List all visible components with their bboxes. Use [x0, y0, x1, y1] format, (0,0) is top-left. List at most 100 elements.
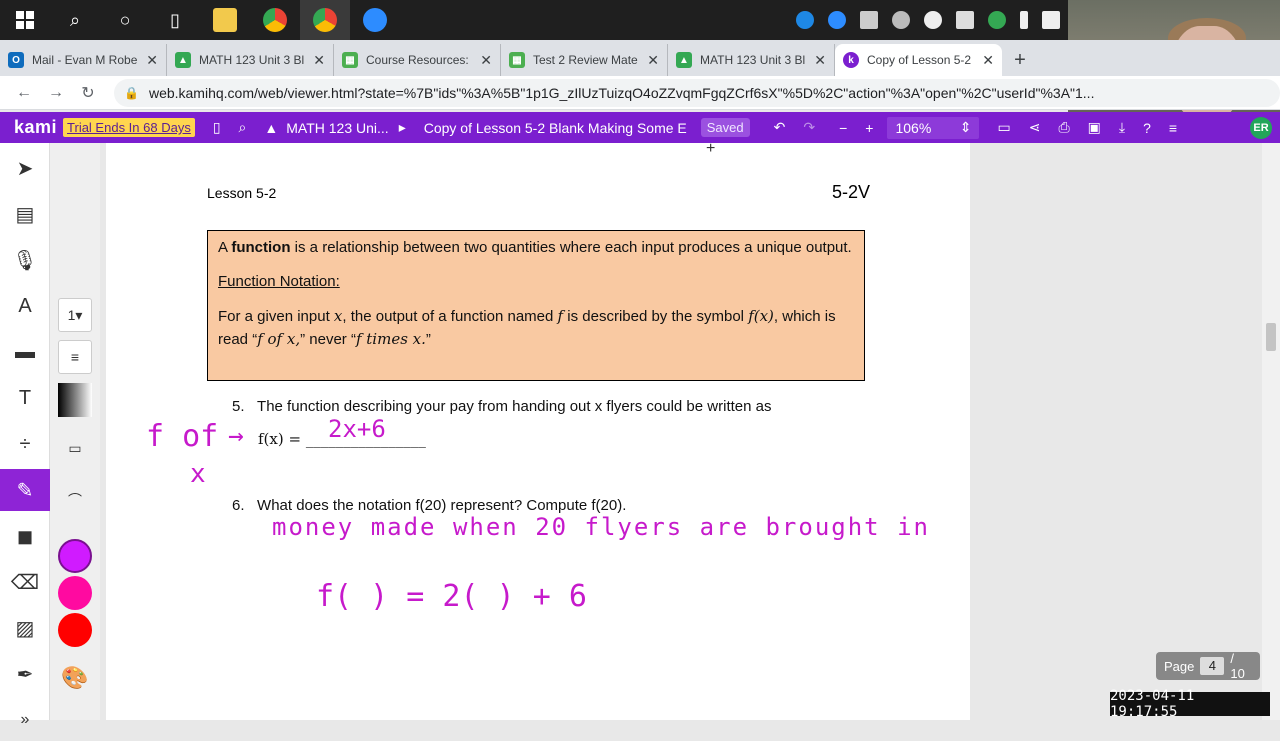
- eraser-tool-icon[interactable]: ⌫: [0, 561, 50, 603]
- task-view-icon[interactable]: ▯: [150, 0, 200, 40]
- search-icon[interactable]: ⌕: [50, 0, 100, 40]
- handwritten-answer-6: money made when 20 flyers are brought in: [272, 513, 930, 541]
- protractor-icon[interactable]: ⌒: [58, 483, 92, 517]
- save-icon[interactable]: ▣: [1088, 119, 1101, 136]
- scrollbar-thumb[interactable]: [1266, 323, 1276, 351]
- recording-timestamp: 2023-04-11 19:17:55: [1110, 688, 1270, 720]
- address-bar: ← → ↻ 🔒 web.kamihq.com/web/viewer.html?st…: [0, 76, 1280, 110]
- tab-test-2-review[interactable]: ▦ Test 2 Review Mate ✕: [501, 44, 668, 76]
- share-icon[interactable]: ⋖: [1029, 119, 1041, 136]
- print-icon[interactable]: ⎙: [1058, 119, 1069, 136]
- page-total: / 10: [1230, 651, 1245, 681]
- color-swatch-pink[interactable]: [58, 576, 92, 610]
- redo-icon[interactable]: ↷: [803, 119, 815, 136]
- chevron-right-icon: ▸: [398, 119, 406, 135]
- globe-icon[interactable]: [924, 11, 942, 29]
- printer-icon[interactable]: [860, 11, 878, 29]
- download-icon[interactable]: ⤓: [1119, 119, 1125, 136]
- tab-copy-of-lesson[interactable]: k Copy of Lesson 5-2 ✕: [835, 44, 1002, 76]
- trial-banner[interactable]: Trial Ends In 68 Days: [63, 118, 195, 137]
- question-5: 5. The function describing your pay from…: [232, 398, 772, 415]
- open-folder-icon[interactable]: ▭: [997, 119, 1010, 136]
- handwritten-f-of: f of: [146, 419, 219, 454]
- tab-mail[interactable]: O Mail - Evan M Robe ✕: [0, 44, 167, 76]
- outlook-icon: O: [8, 52, 24, 68]
- definition-box: A function is a relationship between two…: [207, 230, 865, 381]
- menu-icon[interactable]: ≡: [1169, 120, 1177, 136]
- browser-tab-strip: O Mail - Evan M Robe ✕ ▲ MATH 123 Unit 3 Bl…: [0, 40, 1280, 76]
- tab-course-resources[interactable]: ▦ Course Resources: ✕: [334, 44, 501, 76]
- close-tab-icon[interactable]: ✕: [814, 52, 826, 69]
- expand-tools-icon[interactable]: »: [0, 699, 50, 741]
- usb-icon[interactable]: [1020, 11, 1028, 29]
- ruler-icon[interactable]: ▭: [58, 431, 92, 465]
- lesson-label: Lesson 5-2: [207, 185, 277, 201]
- undo-icon[interactable]: ↶: [774, 119, 786, 136]
- refresh-icon[interactable]: [988, 11, 1006, 29]
- document-page[interactable]: Lesson 5-2 5-2V A function is a relation…: [106, 143, 970, 720]
- markup-tool-icon[interactable]: A: [0, 285, 50, 327]
- question-6: 6. What does the notation f(20) represen…: [232, 497, 627, 514]
- drive-icon: ▲: [676, 52, 692, 68]
- avatar[interactable]: ER: [1250, 117, 1272, 139]
- sheets-icon: ▦: [342, 52, 358, 68]
- opacity-slider[interactable]: [58, 383, 92, 417]
- battery-icon[interactable]: [1042, 11, 1060, 29]
- cortana-icon[interactable]: ○: [100, 0, 150, 40]
- line-style-icon[interactable]: ≡: [58, 340, 92, 374]
- add-media-icon[interactable]: ▨: [0, 607, 50, 649]
- search-icon[interactable]: ⌕: [239, 119, 247, 136]
- reload-icon[interactable]: ↻: [72, 77, 104, 109]
- zoom-value: 106%: [895, 119, 932, 136]
- crosshair-cursor-icon: +: [706, 140, 716, 157]
- drive-icon: ▲: [264, 119, 279, 136]
- page-number-input[interactable]: 4: [1200, 657, 1225, 675]
- saved-status-badge: Saved: [700, 118, 750, 137]
- close-tab-icon[interactable]: ✕: [647, 52, 659, 69]
- dictionary-tool-icon[interactable]: ▤: [0, 193, 50, 235]
- chrome-profile-icon[interactable]: [300, 0, 350, 40]
- document-title[interactable]: Copy of Lesson 5-2 Blank Making Some E: [424, 120, 687, 136]
- shield-icon[interactable]: [956, 11, 974, 29]
- color-swatch-red[interactable]: [58, 613, 92, 647]
- kami-toolbar: kami Trial Ends In 68 Days ▯ ⌕ ▲ MATH 12…: [0, 112, 1280, 143]
- page-scrollbar[interactable]: [1262, 143, 1280, 720]
- close-tab-icon[interactable]: ✕: [313, 52, 325, 69]
- comment-tool-icon[interactable]: ▬: [0, 331, 50, 373]
- sync-icon[interactable]: [892, 11, 910, 29]
- select-tool-icon[interactable]: ➤: [0, 147, 50, 189]
- signature-tool-icon[interactable]: ✒: [0, 653, 50, 695]
- new-tab-button[interactable]: +: [1002, 44, 1038, 76]
- zoom-icon[interactable]: [350, 0, 400, 40]
- notation-body: For a given input x, the output of a fun…: [218, 307, 836, 348]
- url-field[interactable]: 🔒 web.kamihq.com/web/viewer.html?state=%7…: [114, 78, 1280, 107]
- text-tool-icon[interactable]: T: [0, 377, 50, 419]
- chrome-icon[interactable]: [250, 0, 300, 40]
- forward-icon[interactable]: →: [40, 77, 72, 109]
- windows-start-icon[interactable]: [0, 0, 50, 40]
- onedrive-icon[interactable]: [796, 11, 814, 29]
- zoom-select[interactable]: 106% ⇕: [887, 116, 980, 139]
- zoom-tray-icon[interactable]: [828, 11, 846, 29]
- back-icon[interactable]: ←: [8, 77, 40, 109]
- stroke-size-select[interactable]: 1 ▾: [58, 298, 92, 332]
- tab-math-unit-3[interactable]: ▲ MATH 123 Unit 3 Bl ✕: [167, 44, 334, 76]
- zoom-out-icon[interactable]: −: [839, 120, 847, 136]
- handwritten-arrow: →: [228, 421, 244, 451]
- sheets-icon: ▦: [509, 52, 525, 68]
- equation-tool-icon[interactable]: ÷: [0, 423, 50, 465]
- file-explorer-icon[interactable]: [200, 0, 250, 40]
- breadcrumb-folder[interactable]: MATH 123 Uni...: [286, 120, 388, 136]
- close-tab-icon[interactable]: ✕: [146, 52, 158, 69]
- text-to-speech-icon[interactable]: 🎙: [0, 239, 50, 281]
- tab-math-unit-3-b[interactable]: ▲ MATH 123 Unit 3 Bl ✕: [668, 44, 835, 76]
- zoom-in-icon[interactable]: +: [865, 120, 873, 136]
- close-tab-icon[interactable]: ✕: [982, 52, 994, 69]
- drawing-tool-icon[interactable]: ✎: [0, 469, 50, 511]
- shapes-tool-icon[interactable]: ◼: [0, 515, 50, 557]
- sidebar-toggle-icon[interactable]: ▯: [213, 119, 221, 136]
- help-icon[interactable]: ?: [1143, 120, 1151, 136]
- color-swatch-purple[interactable]: [58, 539, 92, 573]
- palette-icon[interactable]: 🎨: [58, 661, 92, 695]
- close-tab-icon[interactable]: ✕: [480, 52, 492, 69]
